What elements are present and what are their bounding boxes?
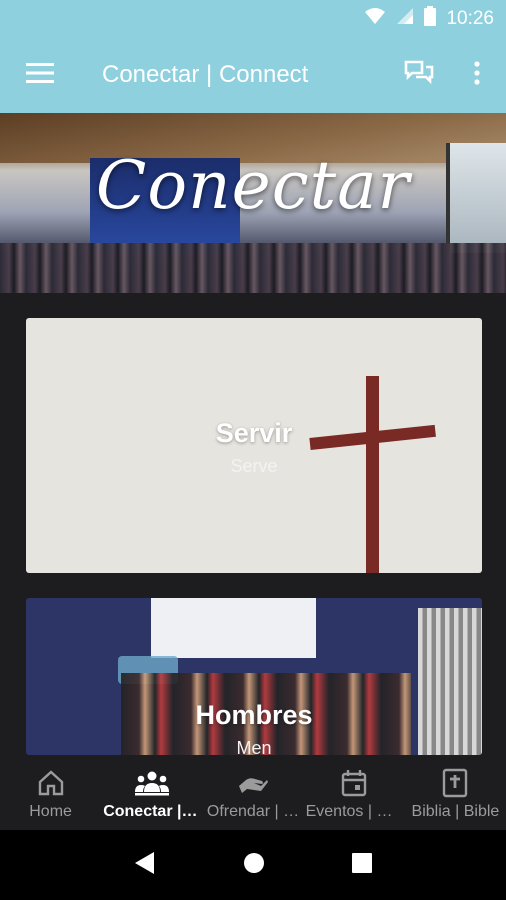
app-bar: Conectar | Connect [0, 37, 506, 113]
nav-label: Biblia | Bible [411, 803, 500, 820]
nav-item-bible[interactable]: Biblia | Bible [405, 755, 506, 830]
nav-label: Eventos | Ev… [305, 803, 405, 820]
groups-icon [134, 768, 170, 798]
giving-hand-icon [237, 768, 269, 798]
system-nav-bar [0, 830, 506, 900]
overflow-menu-button[interactable] [448, 37, 506, 113]
nav-label: Conectar | … [103, 803, 202, 820]
nav-label: Home [29, 803, 72, 820]
card-serve[interactable]: Servir Serve [26, 318, 482, 573]
card-subtitle: Serve [230, 456, 278, 476]
nav-item-home[interactable]: Home [0, 755, 101, 830]
chat-icon [404, 60, 434, 91]
hero-title: Conectar [95, 147, 411, 224]
nav-item-events[interactable]: Eventos | Ev… [304, 755, 405, 830]
nav-item-connect[interactable]: Conectar | … [101, 755, 202, 830]
hamburger-icon [26, 62, 54, 88]
chat-button[interactable] [390, 37, 448, 113]
back-icon[interactable] [134, 851, 156, 880]
stair-railing [418, 608, 482, 755]
card-subtitle: Men [236, 738, 272, 755]
hero-banner: Conectar [0, 113, 506, 293]
nav-label: Ofrendar | … [206, 803, 300, 820]
calendar-icon [341, 768, 367, 798]
status-time: 10:26 [446, 7, 494, 29]
recents-icon[interactable] [352, 852, 373, 878]
wifi-icon [364, 7, 386, 30]
hero-crowd [0, 243, 506, 293]
home-circle-icon[interactable] [243, 852, 265, 879]
battery-icon [424, 6, 437, 31]
bible-icon [442, 768, 468, 798]
more-vertical-icon [474, 60, 480, 90]
app-bar-title: Conectar | Connect [102, 61, 309, 88]
projector-screen [151, 598, 316, 658]
menu-button[interactable] [0, 37, 80, 113]
nav-item-giving[interactable]: Ofrendar | … [202, 755, 303, 830]
bottom-nav: Home Conectar | … Ofrendar | … Eventos |… [0, 755, 506, 830]
card-men[interactable]: Hombres Men [26, 598, 482, 755]
status-bar: 10:26 [0, 0, 506, 37]
signal-icon [396, 7, 414, 30]
card-title: Hombres [195, 700, 313, 730]
card-title: Servir [215, 418, 293, 448]
home-icon [37, 768, 65, 798]
